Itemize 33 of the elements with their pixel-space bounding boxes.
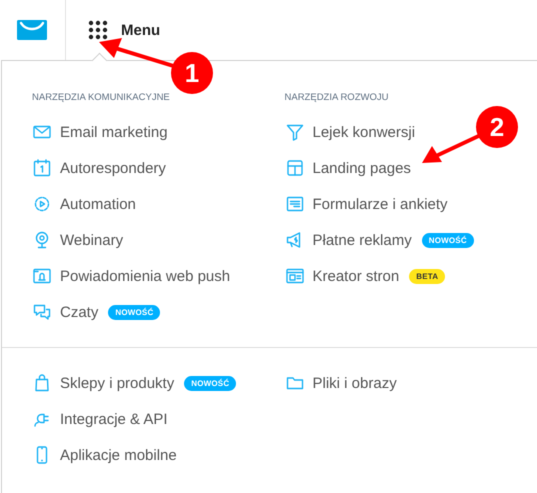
menu-item[interactable]: Formularze i ankiety bbox=[284, 186, 450, 222]
menu-item[interactable]: Integracje & API bbox=[32, 401, 170, 437]
badge: NOWOŚĆ bbox=[108, 304, 160, 320]
grid-icon bbox=[88, 20, 108, 40]
layout-icon bbox=[284, 158, 304, 178]
menu-item[interactable]: Aplikacje mobilne bbox=[32, 437, 179, 473]
badge: BETA bbox=[409, 268, 446, 284]
funnel-icon bbox=[284, 122, 304, 142]
logo-icon[interactable] bbox=[16, 20, 46, 40]
badge: NOWOŚĆ bbox=[422, 232, 474, 248]
menu-item[interactable]: Pliki i obrazy bbox=[284, 365, 399, 401]
callout-number: 2 bbox=[476, 106, 518, 148]
menu-item[interactable]: Lejek konwersji bbox=[284, 114, 418, 150]
menu-item[interactable]: Sklepy i produkty NOWOŚĆ bbox=[32, 365, 236, 401]
section-heading: NARZĘDZIA KOMUNIKACYJNE bbox=[32, 91, 171, 105]
menu-item[interactable]: Automation bbox=[32, 186, 138, 222]
menu-item[interactable]: Powiadomienia web push bbox=[32, 258, 232, 294]
menu-item[interactable]: Kreator stron BETA bbox=[284, 258, 446, 294]
badge: NOWOŚĆ bbox=[184, 376, 236, 390]
menu-item[interactable]: Płatne reklamy NOWOŚĆ bbox=[284, 222, 474, 258]
form-icon bbox=[284, 194, 304, 214]
callout-number: 1 bbox=[171, 52, 213, 94]
browser-icon bbox=[284, 266, 304, 286]
chat-icon bbox=[32, 302, 52, 322]
menu-item[interactable]: Webinary bbox=[32, 222, 126, 258]
menu-item[interactable]: Landing pages bbox=[284, 150, 413, 186]
calendar-icon bbox=[32, 158, 52, 178]
menu-item[interactable]: Email marketing bbox=[32, 114, 170, 150]
menu-item[interactable]: Autorespondery bbox=[32, 150, 168, 186]
bell-window-icon bbox=[32, 266, 52, 286]
section-heading: NARZĘDZIA ROZWOJU bbox=[284, 91, 390, 105]
menu-item[interactable]: Czaty NOWOŚĆ bbox=[32, 294, 160, 330]
menu-button[interactable]: Menu bbox=[66, 0, 160, 60]
